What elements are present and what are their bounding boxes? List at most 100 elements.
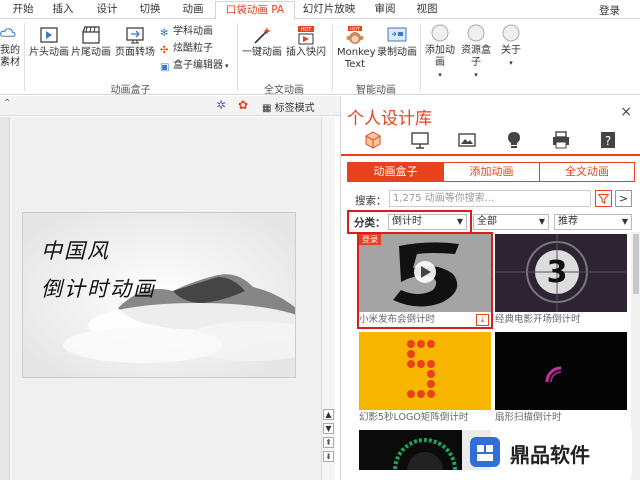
prev-slide-button[interactable]: ⇞ — [323, 437, 334, 448]
intro-animation-label: 片头动画 — [29, 47, 69, 58]
filter-icon[interactable] — [595, 190, 612, 207]
chevron-down-icon: ▼ — [621, 217, 628, 226]
tab-home[interactable]: 开始 — [8, 2, 38, 19]
thumbnail-fan-scan-countdown[interactable] — [495, 332, 627, 410]
gear-icon[interactable]: ✿ — [238, 98, 248, 112]
sort-select[interactable]: 推荐 ▼ — [554, 214, 632, 230]
animation-card[interactable]: 3 经典电影开场倒计时 — [495, 234, 627, 328]
group-label-smart: 智能动画 — [356, 85, 396, 96]
tab-pocket-animation[interactable]: 口袋动画 PA — [215, 1, 295, 20]
close-icon[interactable]: × — [620, 104, 632, 120]
scroll-down-button[interactable]: ▼ — [323, 423, 334, 434]
presentation-icon[interactable] — [410, 130, 430, 150]
clapperboard-icon — [82, 26, 100, 44]
tab-insert[interactable]: 插入 — [48, 2, 78, 19]
fan-scan-image — [495, 332, 627, 410]
next-slide-button[interactable]: ⇟ — [323, 451, 334, 462]
panel-scroll-thumb[interactable] — [633, 234, 639, 294]
tab-animation-box[interactable]: 动画盒子 — [348, 163, 444, 181]
tab-add-animation[interactable]: 添加动画 — [444, 163, 540, 181]
ribbon-tab-bar: 开始 插入 设计 切换 动画 口袋动画 PA 幻灯片放映 审阅 视图 登录 — [0, 0, 640, 20]
card-caption: 扇形扫描倒计时 — [495, 412, 562, 423]
subject-animation-button[interactable]: ✻ 学科动画 — [160, 25, 213, 39]
about-label: 关于 — [501, 45, 521, 56]
page-transition-button[interactable]: 页面转场 — [114, 25, 156, 59]
one-click-animation-label: 一键动画 — [242, 47, 282, 58]
cool-particles-label: 炫酷粒子 — [173, 43, 213, 54]
next-page-button[interactable]: > — [615, 190, 632, 207]
outro-animation-button[interactable]: 片尾动画 — [71, 25, 111, 59]
panel-category-icons: ? — [341, 126, 640, 154]
cool-particles-button[interactable]: ✣ 炫酷粒子 — [160, 42, 213, 56]
printer-icon[interactable] — [551, 130, 571, 150]
watermark: 鼎品软件 — [462, 430, 632, 474]
insert-quickflash-button[interactable]: HOT 插入快闪 — [285, 25, 327, 59]
tab-review[interactable]: 审阅 — [368, 2, 402, 19]
category-label: 分类： — [354, 217, 386, 229]
star-icon[interactable]: ✲ — [216, 98, 226, 112]
circle-icon — [467, 24, 485, 42]
svg-text:?: ? — [605, 134, 611, 148]
my-materials-label-2: 素材 — [0, 57, 20, 68]
box-editor-label: 盒子编辑器 — [173, 60, 223, 71]
label-mode-button[interactable]: ▦ 标签模式 — [262, 99, 315, 114]
scroll-up-icon[interactable]: ⌃ — [3, 98, 11, 109]
thumbnail-pane — [0, 117, 10, 480]
monkey-icon: HOT — [346, 26, 364, 44]
outro-animation-label: 片尾动画 — [71, 47, 111, 58]
label-mode-label: 标签模式 — [274, 103, 315, 114]
tab-slideshow[interactable]: 幻灯片放映 — [300, 2, 358, 19]
record-screen-icon — [387, 27, 407, 42]
one-click-animation-button[interactable]: 一键动画 — [242, 25, 282, 59]
box-editor-button[interactable]: ▣ 盒子编辑器 ▾ — [160, 59, 229, 73]
card-caption: 幻影5秒LOGO矩阵倒计时 — [359, 412, 469, 423]
panel-scrollbar[interactable] — [631, 232, 640, 480]
resource-box-label: 资源盒子 — [461, 45, 491, 68]
chevron-down-icon: ▼ — [538, 217, 545, 226]
login-link[interactable]: 登录 — [599, 3, 620, 18]
slide-scrollbar[interactable]: ▲ ▼ ⇞ ⇟ — [321, 117, 335, 480]
help-icon[interactable]: ? — [598, 130, 618, 150]
record-animation-button[interactable]: 录制动画 — [377, 25, 417, 59]
monkey-text-label: Monkey Text — [337, 47, 376, 70]
lightbulb-icon[interactable] — [504, 130, 524, 150]
category-select[interactable]: 倒计时 ▼ — [388, 214, 467, 230]
panel-tabs: 动画盒子 添加动画 全文动画 — [347, 162, 635, 182]
resource-box-button[interactable]: 资源盒子 ▾ — [459, 23, 493, 81]
group-label-fulltext: 全文动画 — [264, 85, 304, 96]
brand-logo-icon — [470, 437, 500, 467]
thumbnail-film-countdown[interactable]: 3 — [495, 234, 627, 312]
about-button[interactable]: 关于 ▾ — [496, 23, 526, 69]
record-animation-label: 录制动画 — [377, 47, 417, 58]
tab-full-text-animation[interactable]: 全文动画 — [540, 163, 634, 181]
cube-icon[interactable] — [363, 130, 383, 150]
insert-quickflash-label: 插入快闪 — [286, 47, 326, 58]
tab-view[interactable]: 视图 — [410, 2, 444, 19]
monkey-text-button[interactable]: HOT Monkey Text — [335, 25, 376, 71]
thumbnail-logo-matrix-countdown[interactable] — [359, 332, 491, 410]
group-label-animation-box: 动画盒子 — [110, 85, 151, 96]
chevron-down-icon: ▾ — [225, 62, 229, 70]
slide[interactable]: 中国风 倒计时动画 — [22, 212, 296, 378]
tab-animation[interactable]: 动画 — [176, 2, 210, 19]
add-animation-button[interactable]: 添加动画 ▾ — [423, 23, 457, 81]
svg-text:HOT: HOT — [350, 26, 360, 32]
tab-transition[interactable]: 切换 — [133, 2, 167, 19]
slide-title-line-2: 倒计时动画 — [41, 277, 156, 301]
search-input[interactable]: 1,275 动画等你搜索... — [389, 190, 591, 207]
atom-icon: ✻ — [160, 28, 169, 39]
chevron-down-icon: ▾ — [474, 71, 478, 79]
animation-card[interactable]: 扇形扫描倒计时 — [495, 332, 627, 426]
intro-animation-button[interactable]: 片头动画 — [29, 25, 69, 59]
design-library-panel: 个人设计库 × ? 动画盒子 添加动画 全文动画 搜索： 1,275 动画等你搜… — [340, 96, 640, 480]
tab-design[interactable]: 设计 — [90, 2, 124, 19]
scope-select[interactable]: 全部 ▼ — [473, 214, 549, 230]
my-materials-label-1: 我的 — [0, 45, 20, 56]
image-icon[interactable] — [457, 130, 477, 150]
scroll-up-button[interactable]: ▲ — [323, 409, 334, 420]
chevron-down-icon: ▾ — [438, 71, 442, 79]
animation-card[interactable]: 幻影5秒LOGO矩阵倒计时 — [359, 332, 491, 426]
panel-divider — [341, 154, 640, 156]
my-materials-button[interactable]: 我的 素材 — [0, 23, 22, 69]
hot-quickflash-icon: HOT — [298, 26, 314, 45]
